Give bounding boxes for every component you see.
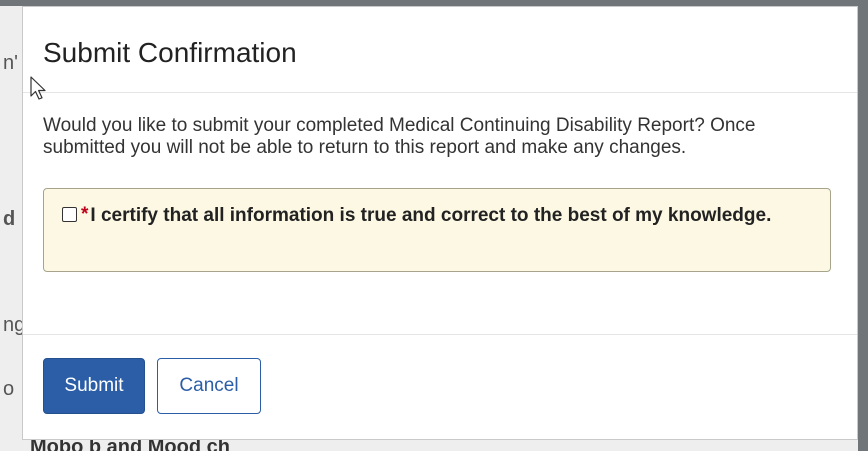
- background-text-fragment: n': [3, 52, 18, 74]
- submit-button[interactable]: Submit: [43, 358, 145, 414]
- certify-checkbox[interactable]: [62, 207, 77, 222]
- submit-confirmation-dialog: Submit Confirmation Would you like to su…: [22, 6, 858, 440]
- dialog-header: Submit Confirmation: [23, 7, 857, 93]
- required-marker: *: [81, 204, 89, 225]
- certify-label[interactable]: I certify that all information is true a…: [90, 203, 771, 229]
- certification-box: * I certify that all information is true…: [43, 188, 831, 272]
- mouse-pointer-icon: [30, 76, 46, 100]
- dialog-body: Would you like to submit your completed …: [23, 93, 857, 335]
- background-text-fragment: o: [3, 378, 15, 400]
- background-text-fragment: d: [3, 208, 16, 230]
- cancel-button[interactable]: Cancel: [157, 358, 261, 414]
- dialog-message: Would you like to submit your completed …: [43, 115, 756, 158]
- dialog-title: Submit Confirmation: [43, 37, 297, 68]
- dialog-footer: Submit Cancel: [23, 335, 857, 414]
- modal-backdrop-right: [858, 0, 868, 451]
